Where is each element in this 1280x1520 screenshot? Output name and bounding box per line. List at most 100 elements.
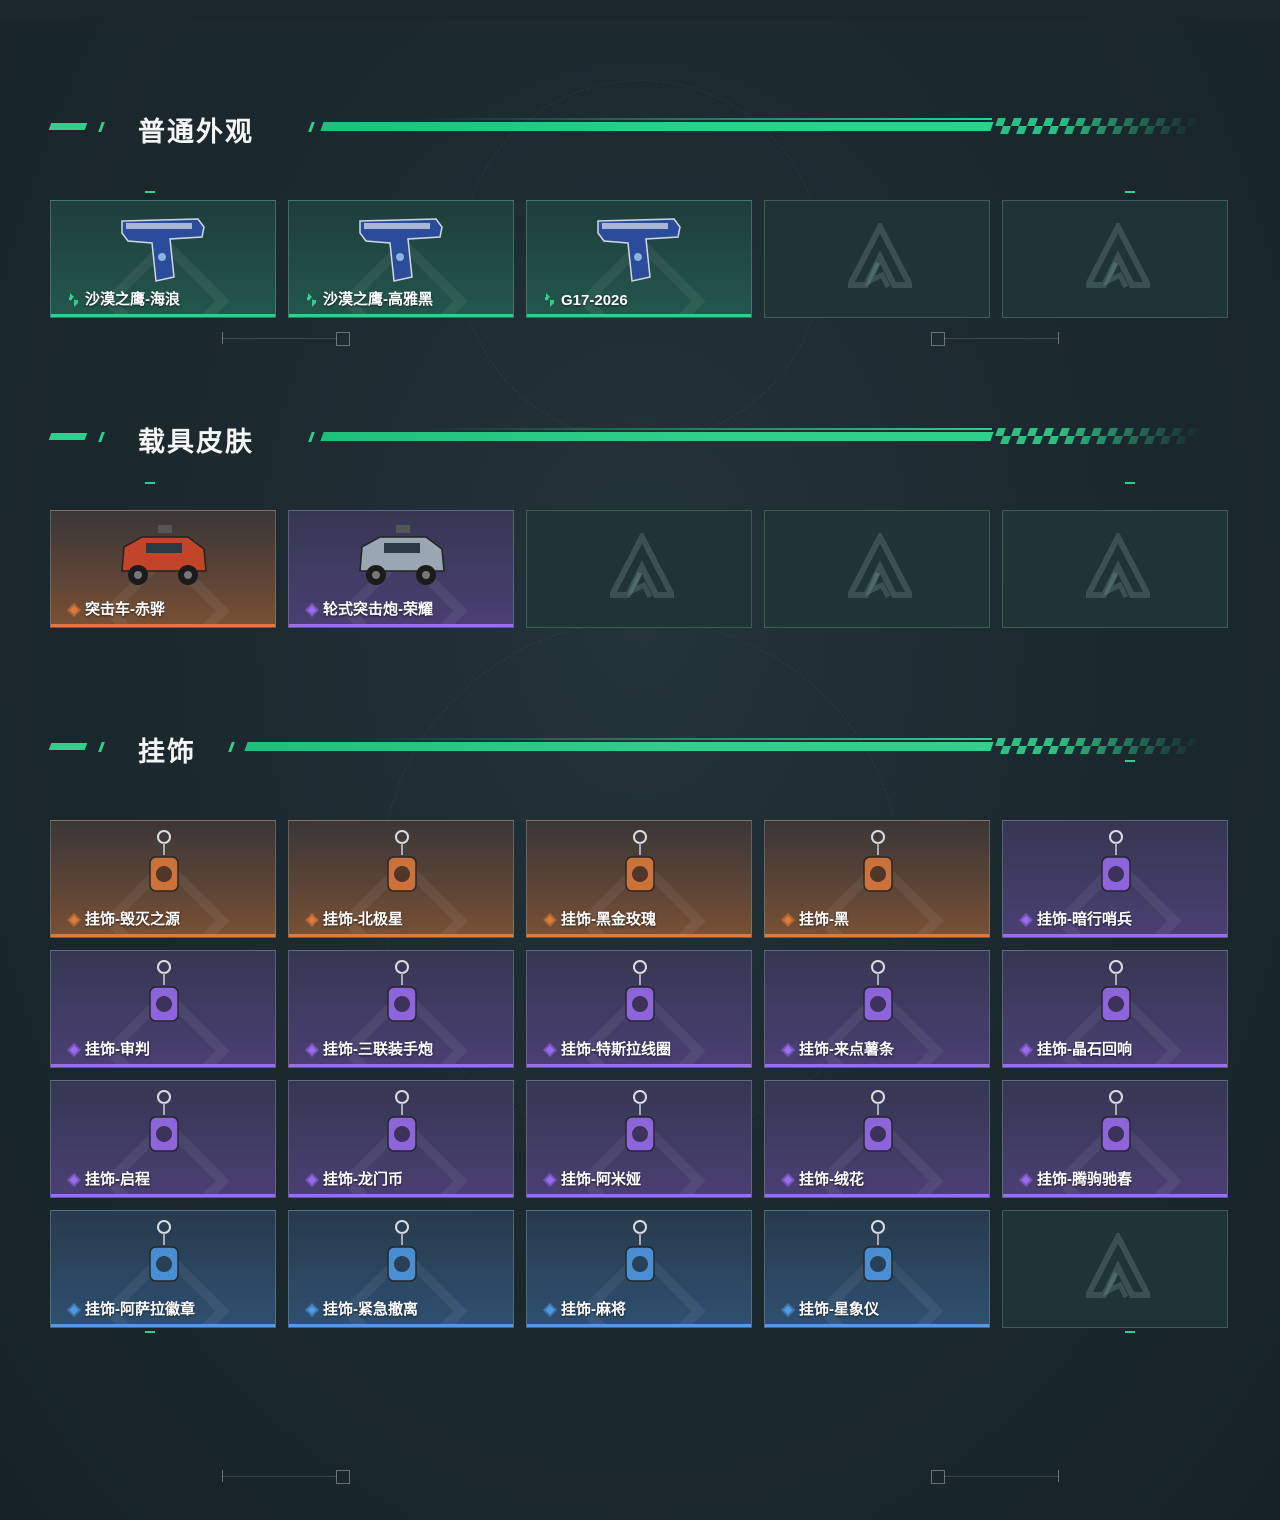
pistol-icon bbox=[352, 207, 452, 289]
item-card[interactable]: G17-2026 bbox=[526, 200, 752, 318]
item-card[interactable]: 轮式突击炮-荣耀 bbox=[288, 510, 514, 628]
charm-icon bbox=[1066, 1087, 1166, 1169]
empty-slot-logo-icon bbox=[1083, 1230, 1153, 1305]
charm-icon bbox=[352, 957, 452, 1039]
charm-icon bbox=[1066, 957, 1166, 1039]
charm-icon bbox=[828, 957, 928, 1039]
charm-icon bbox=[352, 827, 452, 909]
item-label: 挂饰-暗行哨兵 bbox=[1037, 911, 1132, 928]
empty-item-card bbox=[1002, 1210, 1228, 1328]
item-label: 挂饰-黑 bbox=[799, 911, 849, 928]
item-card[interactable]: 沙漠之鹰-高雅黑 bbox=[288, 200, 514, 318]
rarity-icon bbox=[541, 1171, 559, 1189]
item-label: 挂饰-龙门币 bbox=[323, 1171, 403, 1188]
item-label: 挂饰-麻将 bbox=[561, 1301, 626, 1318]
rarity-icon bbox=[303, 1301, 321, 1319]
item-card[interactable]: 挂饰-阿萨拉徽章 bbox=[50, 1210, 276, 1328]
header-bar-thin bbox=[346, 738, 992, 740]
rarity-bar bbox=[527, 314, 751, 317]
charm-icon bbox=[828, 1087, 928, 1169]
item-label: 挂饰-腾驹驰春 bbox=[1037, 1171, 1132, 1188]
rarity-icon bbox=[303, 291, 321, 309]
section-title: 挂饰 bbox=[138, 737, 196, 767]
rarity-icon bbox=[541, 911, 559, 929]
charm-icon bbox=[590, 1217, 690, 1299]
rarity-icon bbox=[779, 1301, 797, 1319]
empty-slot-logo-icon bbox=[1083, 220, 1153, 295]
item-label: 沙漠之鹰-海浪 bbox=[85, 291, 180, 308]
section-header: 普通外观 bbox=[0, 110, 1280, 150]
header-bar bbox=[244, 742, 994, 751]
header-bar bbox=[320, 122, 994, 131]
rarity-icon bbox=[541, 1041, 559, 1059]
vehicle-icon bbox=[352, 517, 452, 599]
rarity-icon bbox=[1017, 911, 1035, 929]
item-card[interactable]: 挂饰-黑 bbox=[764, 820, 990, 938]
rarity-bar bbox=[51, 1064, 275, 1067]
rarity-icon bbox=[303, 911, 321, 929]
header-bar-thin bbox=[422, 118, 992, 120]
item-card[interactable]: 沙漠之鹰-海浪 bbox=[50, 200, 276, 318]
rarity-bar bbox=[1003, 1194, 1227, 1197]
empty-item-card bbox=[764, 510, 990, 628]
charm-icon bbox=[352, 1217, 452, 1299]
rarity-bar bbox=[765, 934, 989, 937]
rarity-icon bbox=[541, 1301, 559, 1319]
section-header: 挂饰 bbox=[0, 730, 1280, 770]
header-mark bbox=[308, 122, 315, 132]
empty-item-card bbox=[526, 510, 752, 628]
item-card[interactable]: 挂饰-特斯拉线圈 bbox=[526, 950, 752, 1068]
pistol-icon bbox=[590, 207, 690, 289]
empty-slot-logo-icon bbox=[845, 220, 915, 295]
item-label: 沙漠之鹰-高雅黑 bbox=[323, 291, 433, 308]
item-card[interactable]: 挂饰-北极星 bbox=[288, 820, 514, 938]
header-mark bbox=[228, 742, 235, 752]
pistol-icon bbox=[114, 207, 214, 289]
item-card[interactable]: 挂饰-审判 bbox=[50, 950, 276, 1068]
item-label: 挂饰-三联装手炮 bbox=[323, 1041, 433, 1058]
empty-item-card bbox=[1002, 200, 1228, 318]
rarity-icon bbox=[303, 601, 321, 619]
item-label: 挂饰-绒花 bbox=[799, 1171, 864, 1188]
section-title: 载具皮肤 bbox=[138, 427, 254, 457]
item-label: 挂饰-毁灭之源 bbox=[85, 911, 180, 928]
rarity-bar bbox=[289, 934, 513, 937]
empty-item-card bbox=[764, 200, 990, 318]
rarity-icon bbox=[303, 1171, 321, 1189]
rarity-bar bbox=[51, 934, 275, 937]
item-label: 挂饰-星象仪 bbox=[799, 1301, 879, 1318]
item-card[interactable]: 挂饰-麻将 bbox=[526, 1210, 752, 1328]
charm-icon bbox=[1066, 827, 1166, 909]
item-card[interactable]: 挂饰-阿米娅 bbox=[526, 1080, 752, 1198]
item-card[interactable]: 挂饰-三联装手炮 bbox=[288, 950, 514, 1068]
rarity-bar bbox=[1003, 1064, 1227, 1067]
item-card[interactable]: 挂饰-启程 bbox=[50, 1080, 276, 1198]
rarity-icon bbox=[65, 1041, 83, 1059]
item-card[interactable]: 挂饰-晶石回响 bbox=[1002, 950, 1228, 1068]
item-card[interactable]: 挂饰-暗行哨兵 bbox=[1002, 820, 1228, 938]
header-mark bbox=[98, 742, 105, 752]
rarity-icon bbox=[1017, 1171, 1035, 1189]
item-card[interactable]: 挂饰-腾驹驰春 bbox=[1002, 1080, 1228, 1198]
item-card[interactable]: 挂饰-星象仪 bbox=[764, 1210, 990, 1328]
rarity-bar bbox=[289, 624, 513, 627]
item-card[interactable]: 挂饰-来点薯条 bbox=[764, 950, 990, 1068]
charm-icon bbox=[828, 827, 928, 909]
charm-icon bbox=[590, 827, 690, 909]
header-mark bbox=[48, 123, 88, 130]
item-label: 挂饰-特斯拉线圈 bbox=[561, 1041, 671, 1058]
charm-icon bbox=[114, 1217, 214, 1299]
item-card[interactable]: 挂饰-黑金玫瑰 bbox=[526, 820, 752, 938]
item-card[interactable]: 突击车-赤骅 bbox=[50, 510, 276, 628]
item-card[interactable]: 挂饰-紧急撤离 bbox=[288, 1210, 514, 1328]
item-card[interactable]: 挂饰-绒花 bbox=[764, 1080, 990, 1198]
item-label: 挂饰-黑金玫瑰 bbox=[561, 911, 656, 928]
item-card[interactable]: 挂饰-毁灭之源 bbox=[50, 820, 276, 938]
charm-icon bbox=[828, 1217, 928, 1299]
item-label: G17-2026 bbox=[561, 292, 628, 309]
item-card[interactable]: 挂饰-龙门币 bbox=[288, 1080, 514, 1198]
rarity-bar bbox=[1003, 934, 1227, 937]
charm-icon bbox=[352, 1087, 452, 1169]
item-label: 挂饰-北极星 bbox=[323, 911, 403, 928]
charm-icon bbox=[590, 957, 690, 1039]
